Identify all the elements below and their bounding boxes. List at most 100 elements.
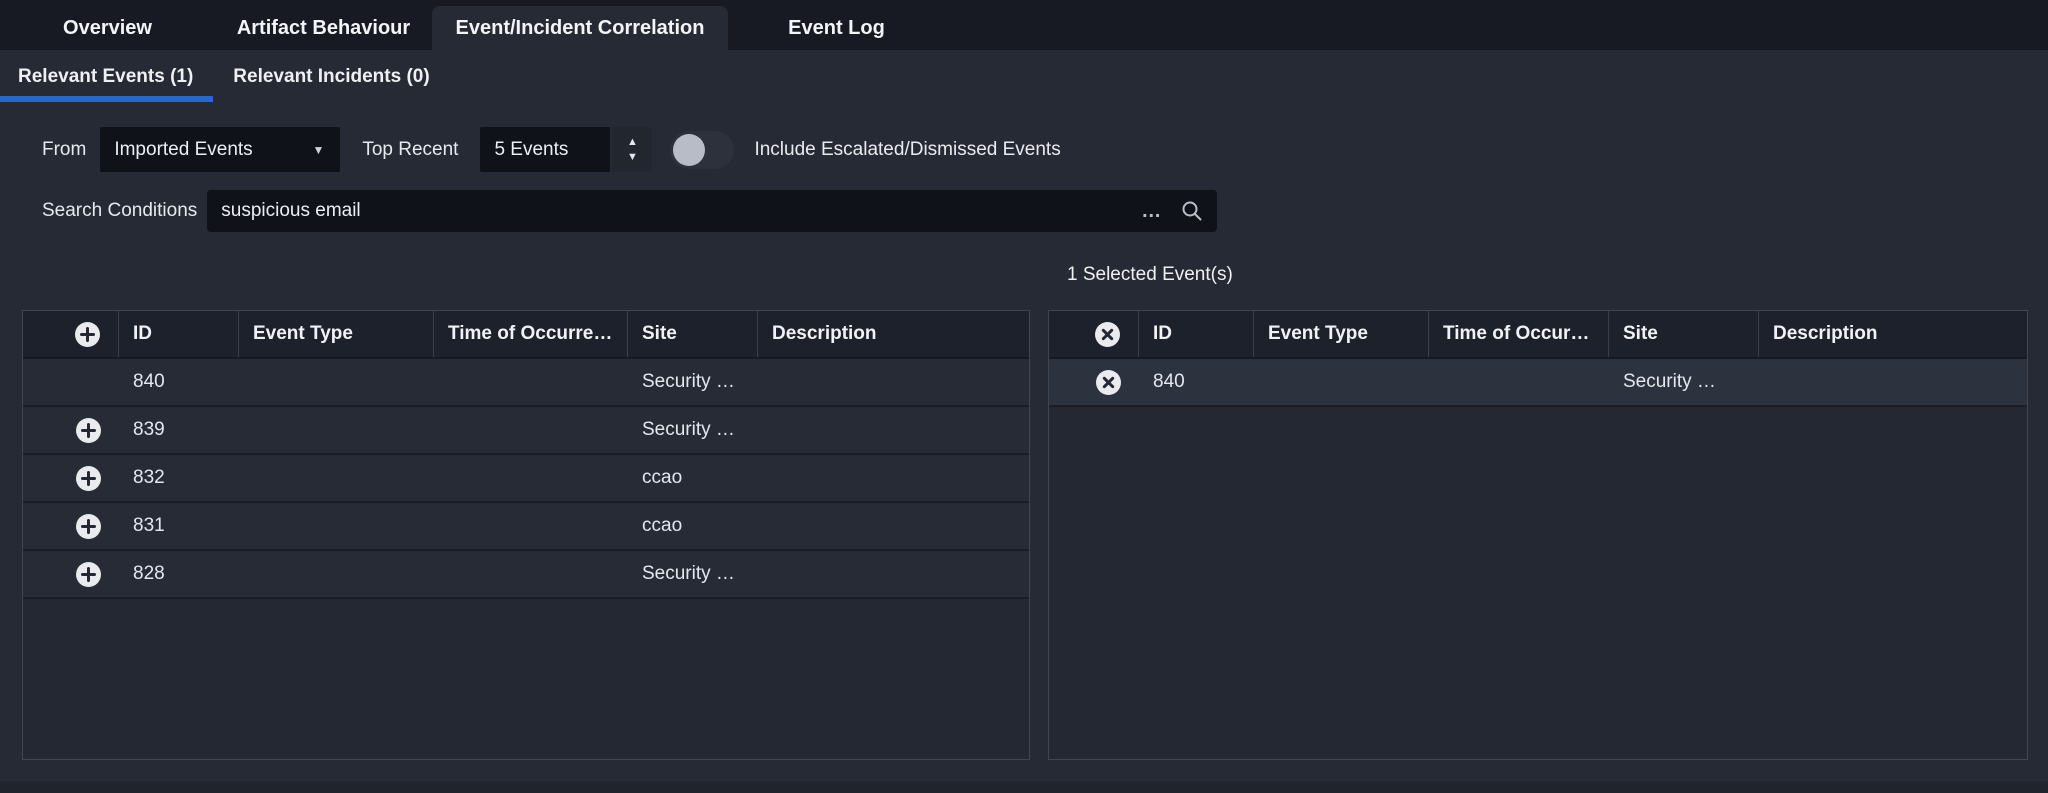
table-row[interactable]: 832 ccao bbox=[23, 455, 1029, 503]
header-event-type: Event Type bbox=[1254, 311, 1429, 357]
cell-id: 832 bbox=[119, 455, 239, 501]
header-time-of-occurrence: Time of Occur… bbox=[1429, 311, 1609, 357]
cell-id: 840 bbox=[119, 359, 239, 405]
cell-event-type bbox=[239, 407, 434, 453]
remove-all-header-cell bbox=[1049, 311, 1139, 357]
filter-row: From Imported Events ▼ Top Recent 5 Even… bbox=[42, 127, 1061, 172]
search-icon[interactable] bbox=[1181, 200, 1203, 222]
header-id: ID bbox=[119, 311, 239, 357]
tab-event-incident-correlation[interactable]: Event/Incident Correlation bbox=[432, 6, 728, 50]
add-event-icon[interactable] bbox=[76, 466, 101, 491]
tab-overview[interactable]: Overview bbox=[0, 6, 215, 50]
top-tab-bar: Overview Artifact Behaviour Event/Incide… bbox=[0, 0, 2048, 50]
from-select-value: Imported Events bbox=[114, 139, 252, 161]
table-row[interactable]: 840 Security … bbox=[23, 359, 1029, 407]
cell-event-type bbox=[239, 551, 434, 597]
cell-site: ccao bbox=[628, 455, 758, 501]
tab-label: Artifact Behaviour bbox=[237, 17, 410, 40]
cell-id: 839 bbox=[119, 407, 239, 453]
add-event-icon[interactable] bbox=[76, 418, 101, 443]
add-event-icon[interactable] bbox=[76, 514, 101, 539]
cell-site: Security … bbox=[628, 359, 758, 405]
add-all-header-cell bbox=[23, 311, 119, 357]
from-select[interactable]: Imported Events ▼ bbox=[100, 127, 340, 172]
cell-id: 828 bbox=[119, 551, 239, 597]
header-description: Description bbox=[758, 311, 1029, 357]
from-label: From bbox=[42, 139, 86, 161]
cell-time bbox=[434, 407, 628, 453]
cell-time bbox=[1429, 359, 1609, 405]
header-site: Site bbox=[628, 311, 758, 357]
cell-site: ccao bbox=[628, 503, 758, 549]
available-events-table: ID Event Type Time of Occurre… Site Desc… bbox=[22, 310, 1030, 760]
toggle-knob bbox=[673, 134, 705, 166]
cell-description bbox=[758, 407, 1029, 453]
tab-label: Overview bbox=[63, 17, 152, 40]
subtab-label: Relevant Events (1) bbox=[18, 66, 193, 88]
remove-all-events-icon[interactable] bbox=[1095, 322, 1120, 347]
bottom-divider bbox=[0, 781, 2048, 793]
cell-time bbox=[434, 551, 628, 597]
include-escalated-label: Include Escalated/Dismissed Events bbox=[754, 139, 1060, 161]
header-site: Site bbox=[1609, 311, 1759, 357]
tab-label: Event Log bbox=[788, 17, 885, 40]
add-all-events-icon[interactable] bbox=[75, 322, 100, 347]
remove-event-icon[interactable] bbox=[1096, 370, 1121, 395]
cell-description bbox=[758, 503, 1029, 549]
top-recent-value: 5 Events bbox=[494, 139, 568, 161]
cell-event-type bbox=[239, 359, 434, 405]
cell-description bbox=[758, 551, 1029, 597]
more-options-icon[interactable]: … bbox=[1141, 206, 1163, 216]
add-cell bbox=[23, 551, 119, 597]
include-escalated-toggle[interactable] bbox=[670, 131, 734, 169]
cell-description bbox=[758, 455, 1029, 501]
cell-site: Security … bbox=[628, 551, 758, 597]
tab-artifact-behaviour[interactable]: Artifact Behaviour bbox=[215, 6, 432, 50]
remove-cell bbox=[1049, 359, 1139, 405]
header-description: Description bbox=[1759, 311, 2027, 357]
add-cell bbox=[23, 359, 119, 405]
subtab-relevant-incidents[interactable]: Relevant Incidents (0) bbox=[213, 50, 449, 104]
stepper-down-icon[interactable]: ▼ bbox=[617, 150, 648, 165]
table-header-row: ID Event Type Time of Occur… Site Descri… bbox=[1049, 311, 2027, 359]
top-recent-input[interactable]: 5 Events bbox=[480, 127, 610, 172]
subtab-relevant-events[interactable]: Relevant Events (1) bbox=[0, 50, 213, 104]
selected-events-table: ID Event Type Time of Occur… Site Descri… bbox=[1048, 310, 2028, 760]
top-recent-stepper: ▲ ▼ bbox=[612, 127, 652, 172]
search-row: Search Conditions suspicious email … bbox=[42, 190, 1217, 232]
table-row[interactable]: 840 Security … bbox=[1049, 359, 2027, 407]
cell-time bbox=[434, 503, 628, 549]
add-cell bbox=[23, 407, 119, 453]
add-cell bbox=[23, 503, 119, 549]
search-input-value: suspicious email bbox=[221, 200, 1141, 222]
sub-tab-bar: Relevant Events (1) Relevant Incidents (… bbox=[0, 50, 2048, 104]
header-time-of-occurrence: Time of Occurre… bbox=[434, 311, 628, 357]
cell-id: 840 bbox=[1139, 359, 1254, 405]
add-event-icon[interactable] bbox=[76, 562, 101, 587]
cell-event-type bbox=[239, 503, 434, 549]
header-event-type: Event Type bbox=[239, 311, 434, 357]
top-recent-label: Top Recent bbox=[362, 139, 458, 161]
selected-events-summary: 1 Selected Event(s) bbox=[1067, 264, 1233, 286]
tab-label: Event/Incident Correlation bbox=[456, 17, 705, 40]
cell-site: Security … bbox=[628, 407, 758, 453]
cell-event-type bbox=[1254, 359, 1429, 405]
cell-time bbox=[434, 359, 628, 405]
table-row[interactable]: 828 Security … bbox=[23, 551, 1029, 599]
table-header-row: ID Event Type Time of Occurre… Site Desc… bbox=[23, 311, 1029, 359]
cell-description bbox=[1759, 359, 2027, 405]
subtab-label: Relevant Incidents (0) bbox=[233, 66, 429, 88]
cell-site: Security … bbox=[1609, 359, 1759, 405]
cell-event-type bbox=[239, 455, 434, 501]
table-row[interactable]: 831 ccao bbox=[23, 503, 1029, 551]
search-conditions-label: Search Conditions bbox=[42, 200, 197, 222]
header-id: ID bbox=[1139, 311, 1254, 357]
caret-down-icon: ▼ bbox=[312, 143, 324, 157]
cell-id: 831 bbox=[119, 503, 239, 549]
table-row[interactable]: 839 Security … bbox=[23, 407, 1029, 455]
add-cell bbox=[23, 455, 119, 501]
stepper-up-icon[interactable]: ▲ bbox=[617, 135, 648, 150]
cell-time bbox=[434, 455, 628, 501]
search-input[interactable]: suspicious email … bbox=[207, 190, 1217, 232]
tab-event-log[interactable]: Event Log bbox=[728, 6, 945, 50]
